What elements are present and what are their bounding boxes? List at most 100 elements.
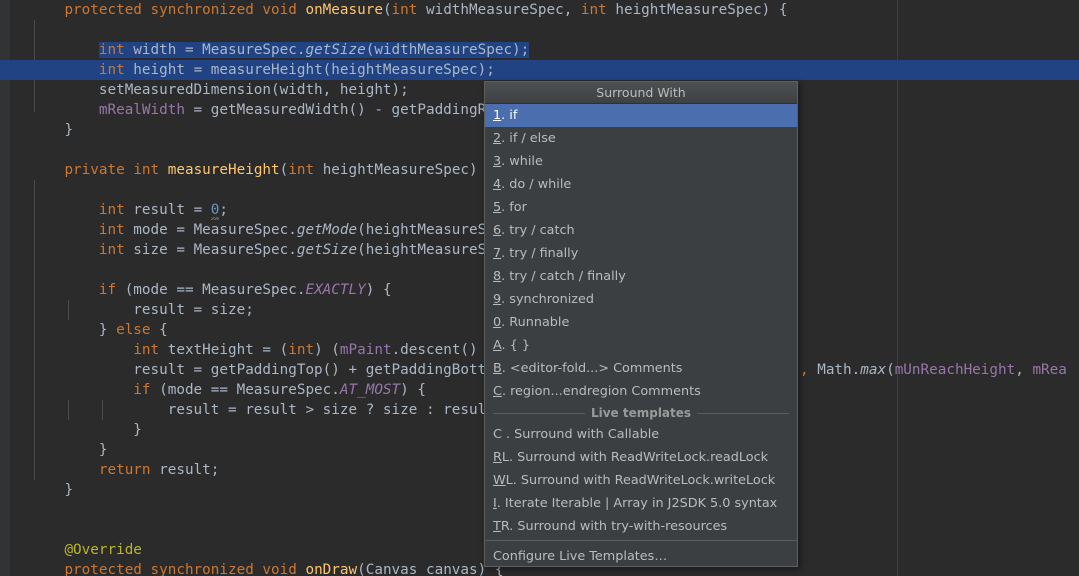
code-indent: [30, 282, 99, 298]
separator-label: Live templates: [591, 406, 691, 420]
popup-menu-item[interactable]: 1. if: [485, 104, 797, 127]
code-token: getSize: [305, 42, 365, 58]
code-token: (mode == MeasureSpec.: [151, 382, 340, 398]
live-template-item[interactable]: RL. Surround with ReadWriteLock.readLock: [485, 446, 797, 469]
code-token: int: [99, 222, 125, 238]
configure-live-templates-item[interactable]: Configure Live Templates…: [485, 543, 797, 566]
popup-menu-item[interactable]: 5. for: [485, 196, 797, 219]
code-line[interactable]: protected synchronized void onMeasure(in…: [0, 0, 1079, 20]
item-mnemonic: A: [493, 338, 502, 353]
code-token: mode = MeasureSpec.: [125, 222, 297, 238]
item-mnemonic: 2: [493, 131, 501, 146]
code-token: int: [133, 162, 159, 178]
code-token: (: [357, 562, 366, 576]
code-token: measureHeight: [168, 162, 280, 178]
code-indent: [30, 322, 99, 338]
code-indent: [30, 162, 64, 178]
code-token: @Override: [64, 542, 141, 558]
code-token: mPaint: [340, 342, 392, 358]
code-token: EXACTLY: [305, 282, 365, 298]
item-label: . Runnable: [501, 315, 569, 330]
code-token: }: [99, 322, 116, 338]
live-template-list[interactable]: C . Surround with Callable RL. Surround w…: [485, 423, 797, 538]
live-template-item[interactable]: TR. Surround with try-with-resources: [485, 515, 797, 538]
code-token: [142, 2, 151, 18]
code-indent: [30, 42, 99, 58]
code-token: }: [133, 422, 142, 438]
code-token: int: [133, 342, 159, 358]
code-token: ;: [219, 202, 228, 218]
item-mnemonic: 9: [493, 292, 501, 307]
item-label: . if: [501, 108, 517, 123]
code-token: mUnReachHeight: [895, 362, 1016, 378]
item-label: . synchronized: [501, 292, 594, 307]
item-label: C . Surround with Callable: [493, 427, 659, 442]
popup-menu-item[interactable]: 9. synchronized: [485, 288, 797, 311]
code-token: }: [99, 442, 108, 458]
popup-menu-item[interactable]: 6. try / catch: [485, 219, 797, 242]
code-token: Canvas canvas) {: [366, 562, 504, 576]
item-label: . if / else: [501, 131, 556, 146]
popup-menu-item[interactable]: 0. Runnable: [485, 311, 797, 334]
popup-item-list[interactable]: 1. if2. if / else3. while4. do / while5.…: [485, 104, 797, 403]
code-token: setMeasuredDimension(width, height);: [99, 82, 409, 98]
code-token: int: [99, 202, 125, 218]
code-token: private: [64, 162, 124, 178]
item-label: L. Surround with ReadWriteLock.readLock: [502, 450, 768, 465]
live-template-item[interactable]: I. Iterate Iterable | Array in J2SDK 5.0…: [485, 492, 797, 515]
popup-menu-item[interactable]: 3. while: [485, 150, 797, 173]
code-token: .descent() -: [392, 342, 495, 358]
code-indent: [30, 302, 133, 318]
live-template-item[interactable]: WL. Surround with ReadWriteLock.writeLoc…: [485, 469, 797, 492]
code-token: protected: [64, 562, 141, 576]
code-indent: [30, 422, 133, 438]
code-token: if: [133, 382, 150, 398]
code-indent: [30, 222, 99, 238]
code-token: [142, 562, 151, 576]
code-token: getSize: [297, 242, 357, 258]
code-line[interactable]: int width = MeasureSpec.getSize(widthMea…: [0, 40, 1079, 60]
popup-menu-item[interactable]: B. <editor-fold...> Comments: [485, 357, 797, 380]
code-token: AT_MOST: [340, 382, 400, 398]
code-token: {: [151, 322, 168, 338]
code-token: onDraw: [305, 562, 357, 576]
code-token: void: [262, 2, 296, 18]
code-token: [159, 162, 168, 178]
code-token: protected: [64, 2, 141, 18]
item-mnemonic: 1: [493, 108, 501, 123]
code-token: heightMeasureSpec) {: [314, 162, 495, 178]
code-indent: [30, 202, 99, 218]
code-token: if: [99, 282, 116, 298]
code-indent: [30, 2, 64, 18]
popup-menu-item[interactable]: 2. if / else: [485, 127, 797, 150]
code-token: size = MeasureSpec.: [125, 242, 297, 258]
code-indent: [30, 562, 64, 576]
popup-menu-item[interactable]: 4. do / while: [485, 173, 797, 196]
code-token: int: [392, 2, 418, 18]
code-line[interactable]: [0, 20, 1079, 40]
code-token: getMode: [297, 222, 357, 238]
code-indent: [30, 442, 99, 458]
popup-menu-item[interactable]: A. { }: [485, 334, 797, 357]
item-label: . try / catch: [501, 223, 574, 238]
code-token: int: [99, 242, 125, 258]
code-token: textHeight = (: [159, 342, 288, 358]
code-line[interactable]: int height = measureHeight(heightMeasure…: [0, 60, 1079, 80]
code-token: widthMeasureSpec,: [417, 2, 581, 18]
code-token: width = MeasureSpec.: [125, 42, 306, 58]
code-line-overflow: , Math.max(mUnReachHeight, mRea: [800, 360, 1067, 380]
item-mnemonic: 5: [493, 200, 501, 215]
code-indent: [30, 362, 133, 378]
popup-menu-item[interactable]: 7. try / finally: [485, 242, 797, 265]
code-token: void: [262, 562, 296, 576]
live-template-item[interactable]: C . Surround with Callable: [485, 423, 797, 446]
code-token: ) (: [314, 342, 340, 358]
surround-with-popup[interactable]: Surround With 1. if2. if / else3. while4…: [484, 81, 798, 567]
popup-menu-item[interactable]: 8. try / catch / finally: [485, 265, 797, 288]
code-token: result = getPaddingTop() + getPaddingBot…: [133, 362, 495, 378]
item-mnemonic: 8: [493, 269, 501, 284]
code-token: int: [581, 2, 607, 18]
item-label: . try / catch / finally: [501, 269, 626, 284]
code-indent: [30, 102, 99, 118]
popup-menu-item[interactable]: C. region...endregion Comments: [485, 380, 797, 403]
